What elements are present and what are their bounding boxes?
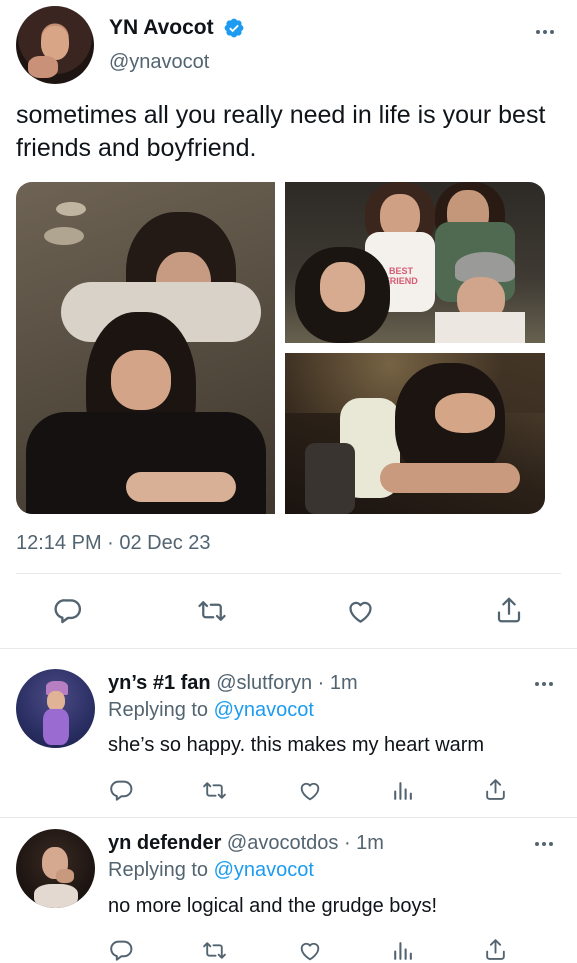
retweet-icon[interactable]: [196, 596, 228, 626]
analytics-icon[interactable]: [390, 938, 415, 963]
reply-icon[interactable]: [109, 938, 134, 963]
heart-icon[interactable]: [297, 938, 323, 963]
replying-to-label: Replying to: [108, 699, 209, 721]
replying-to-link[interactable]: @ynavocot: [214, 859, 314, 881]
reply-time[interactable]: · 1m: [344, 832, 384, 854]
share-icon[interactable]: [494, 595, 524, 625]
reply-time[interactable]: · 1m: [318, 672, 358, 694]
verified-badge-icon: [224, 18, 244, 38]
author-avatar[interactable]: [16, 6, 94, 84]
more-icon[interactable]: [535, 682, 553, 686]
reply-author-handle[interactable]: @slutforyn: [216, 672, 312, 694]
analytics-icon[interactable]: [390, 778, 415, 803]
replying-to: Replying to @ynavocot: [108, 858, 314, 882]
more-icon[interactable]: [535, 842, 553, 846]
author-handle[interactable]: @ynavocot: [109, 50, 209, 74]
retweet-icon[interactable]: [201, 778, 228, 803]
reply-icon[interactable]: [53, 596, 83, 626]
divider: [0, 648, 577, 649]
reply-avatar[interactable]: [16, 829, 95, 908]
heart-icon[interactable]: [297, 778, 323, 803]
reply-icon[interactable]: [109, 778, 134, 803]
retweet-icon[interactable]: [201, 938, 228, 963]
reply-header: yn’s #1 fan @slutforyn · 1m: [108, 671, 358, 695]
more-icon[interactable]: [536, 30, 554, 34]
heart-icon[interactable]: [345, 596, 376, 626]
share-icon[interactable]: [483, 937, 508, 962]
reply-author-name[interactable]: yn’s #1 fan: [108, 672, 211, 694]
reply-header: yn defender @avocotdos · 1m: [108, 831, 384, 855]
reply-text: she’s so happy. this makes my heart warm: [108, 734, 485, 756]
replying-to: Replying to @ynavocot: [108, 698, 314, 722]
replying-to-link[interactable]: @ynavocot: [214, 699, 314, 721]
tweet-text: sometimes all you really need in life is…: [16, 101, 546, 162]
tweet-timestamp[interactable]: 12:14 PM · 02 Dec 23: [16, 531, 211, 555]
replying-to-label: Replying to: [108, 859, 209, 881]
share-icon[interactable]: [483, 777, 508, 802]
divider: [16, 573, 561, 574]
reply-author-handle[interactable]: @avocotdos: [227, 832, 338, 854]
reply-avatar[interactable]: [16, 669, 95, 748]
tweet-photo-1[interactable]: [16, 182, 275, 514]
reply-text: no more logical and the grudge boys!: [108, 895, 438, 917]
tweet-photo-2[interactable]: BEST FRIEND: [285, 182, 545, 343]
reply-author-name[interactable]: yn defender: [108, 832, 221, 854]
divider: [0, 817, 577, 818]
author-name[interactable]: YN Avocot: [109, 16, 214, 40]
tweet-photo-3[interactable]: [285, 353, 545, 514]
